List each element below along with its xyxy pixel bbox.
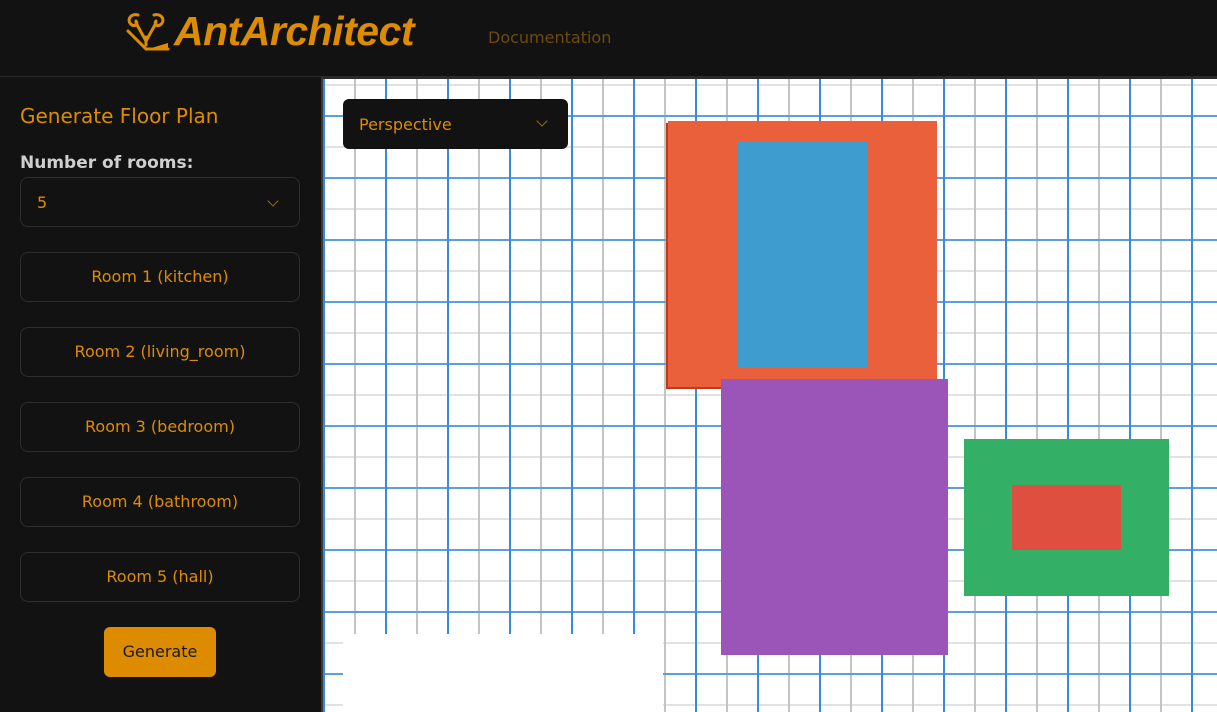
room-5-button[interactable]: Room 5 (hall) <box>20 552 300 602</box>
room-hall[interactable] <box>1012 485 1121 550</box>
generate-button[interactable]: Generate <box>104 627 216 677</box>
room-3-button[interactable]: Room 3 (bedroom) <box>20 402 300 452</box>
room-bedroom[interactable] <box>721 379 948 655</box>
logo[interactable]: AntArchitect <box>124 7 415 54</box>
brand-name: AntArchitect <box>174 7 415 54</box>
chevron-down-icon <box>267 195 279 207</box>
number-of-rooms-value: 5 <box>37 193 48 212</box>
room-1-button[interactable]: Room 1 (kitchen) <box>20 252 300 302</box>
floor-plan-canvas[interactable]: Perspective <box>321 77 1217 712</box>
sidebar-title: Generate Floor Plan <box>20 104 219 128</box>
sidebar: Generate Floor Plan Number of rooms: 5 R… <box>0 77 321 712</box>
room-4-button[interactable]: Room 4 (bathroom) <box>20 477 300 527</box>
number-of-rooms-select[interactable]: 5 <box>20 177 300 227</box>
view-mode-select[interactable]: Perspective <box>343 99 568 149</box>
view-mode-value: Perspective <box>359 115 452 134</box>
number-of-rooms-label: Number of rooms: <box>20 153 194 173</box>
blank-overlay-panel <box>343 634 663 712</box>
nav-documentation-link[interactable]: Documentation <box>488 28 611 47</box>
chevron-down-icon <box>536 115 548 127</box>
ant-architect-logo-icon <box>126 13 170 51</box>
app-header: AntArchitect Documentation <box>0 0 1217 77</box>
room-2-button[interactable]: Room 2 (living_room) <box>20 327 300 377</box>
room-living-room[interactable] <box>738 141 868 367</box>
